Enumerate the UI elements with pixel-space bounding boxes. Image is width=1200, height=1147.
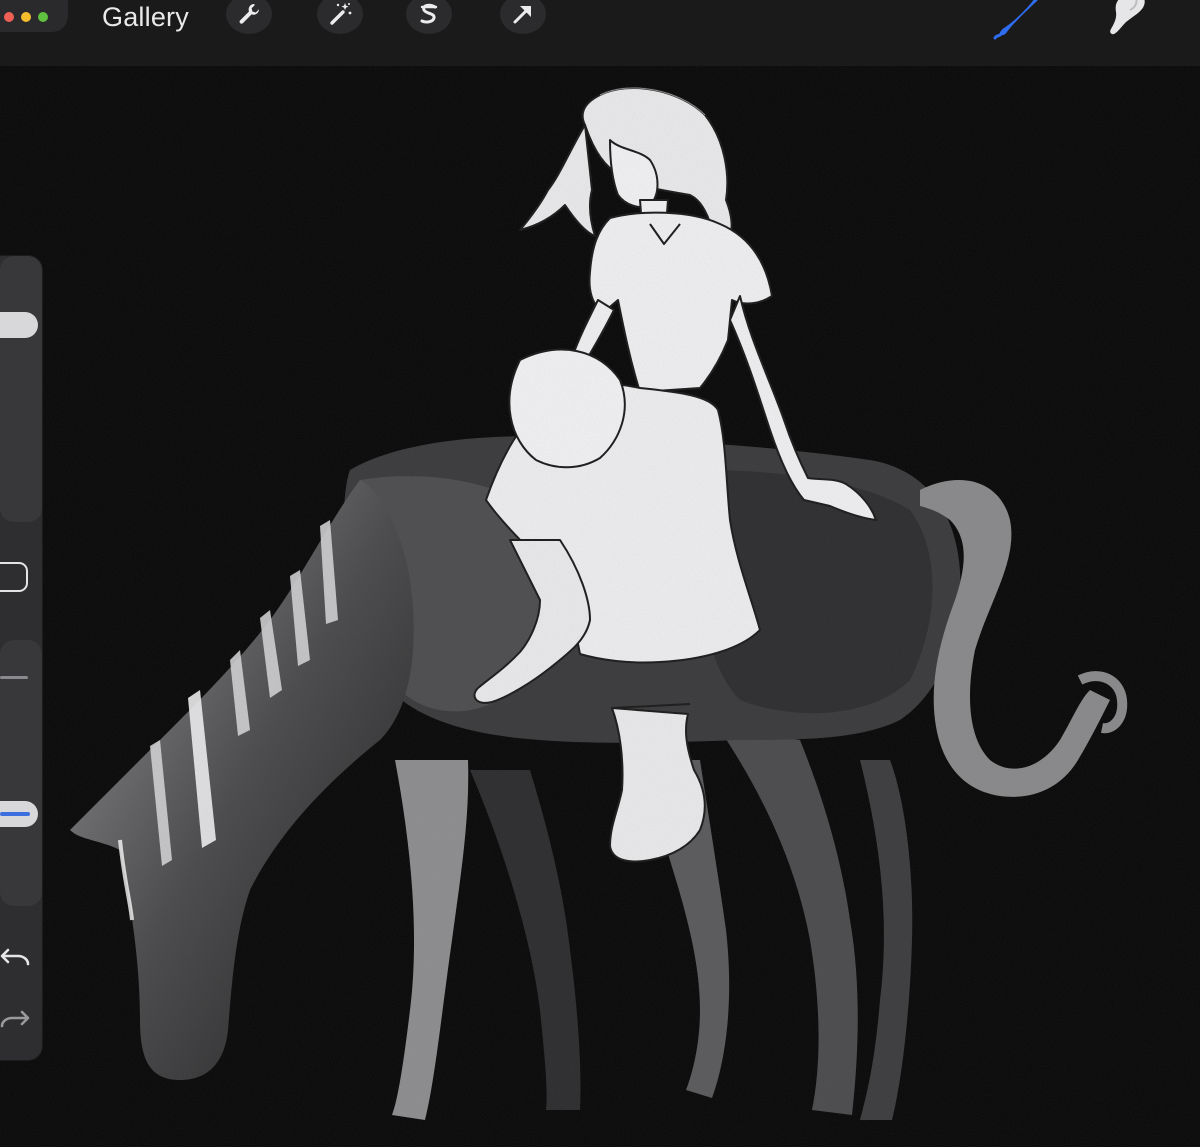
- top-toolbar: Gallery: [0, 0, 1200, 67]
- gallery-button[interactable]: Gallery: [102, 0, 189, 34]
- actions-button[interactable]: [226, 0, 272, 34]
- brush-opacity-slider[interactable]: [0, 640, 42, 906]
- zoom-window-button[interactable]: [38, 12, 48, 22]
- wrench-icon: [236, 1, 262, 27]
- opacity-thumb-fill: [0, 812, 30, 817]
- selection-button[interactable]: [406, 0, 452, 34]
- brush-sidebar: [0, 256, 42, 1060]
- magic-wand-icon: [327, 1, 353, 27]
- procreate-window: Gallery: [0, 0, 1200, 1147]
- drawing-canvas[interactable]: [0, 66, 1200, 1147]
- arrow-cursor-icon: [510, 1, 536, 27]
- brush-size-slider[interactable]: [0, 256, 42, 522]
- opacity-tick: [0, 676, 28, 679]
- undo-button[interactable]: [0, 942, 32, 972]
- adjustments-button[interactable]: [317, 0, 363, 34]
- close-window-button[interactable]: [4, 12, 14, 22]
- artwork: [0, 66, 1200, 1147]
- modify-button[interactable]: [0, 562, 28, 592]
- minimize-window-button[interactable]: [21, 12, 31, 22]
- brush-opacity-thumb[interactable]: [0, 801, 38, 828]
- redo-button[interactable]: [0, 1004, 32, 1034]
- brush-icon: [992, 0, 1044, 44]
- smudge-button[interactable]: [1104, 0, 1154, 40]
- brush-size-thumb[interactable]: [0, 312, 38, 339]
- redo-icon: [0, 1010, 32, 1038]
- transform-button[interactable]: [500, 0, 546, 34]
- selection-s-icon: [416, 1, 442, 27]
- smudge-icon: [1104, 0, 1154, 44]
- window-controls: [0, 0, 68, 32]
- paint-brush-button[interactable]: [992, 0, 1044, 40]
- undo-icon: [0, 948, 32, 976]
